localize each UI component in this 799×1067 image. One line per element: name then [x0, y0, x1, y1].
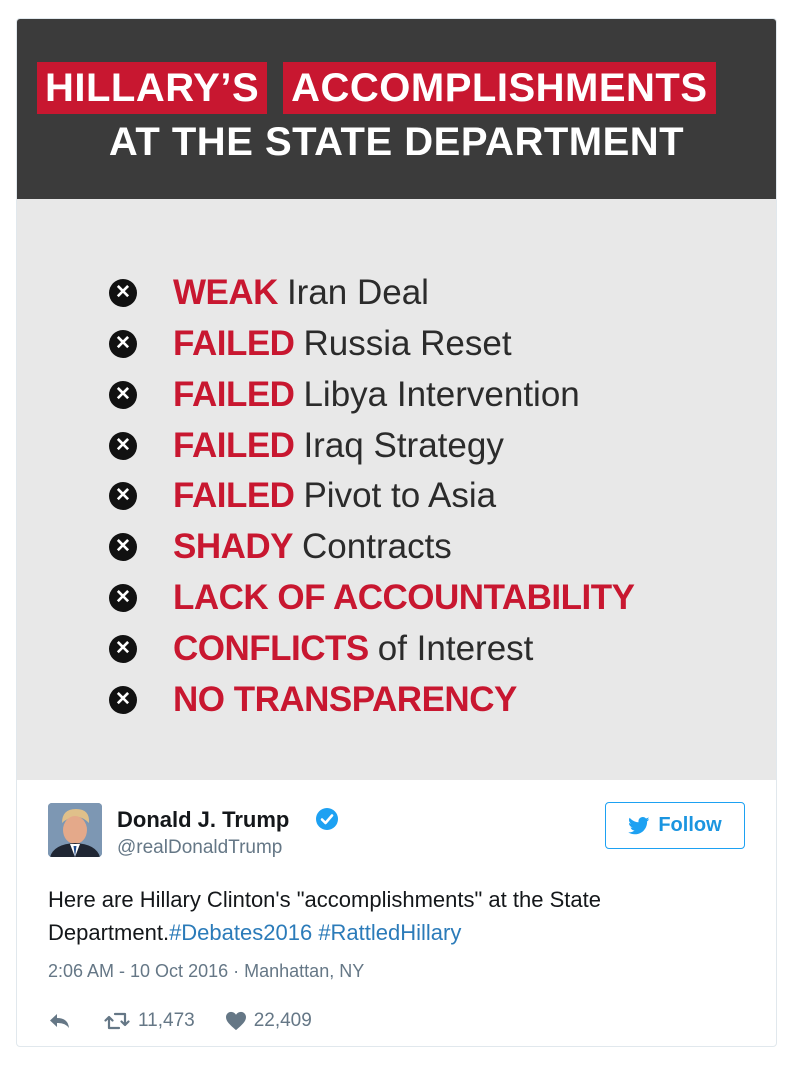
follow-button[interactable]: Follow [605, 802, 745, 849]
user-handle[interactable]: @realDonaldTrump [117, 837, 282, 859]
tweet-text: Here are Hillary Clinton's "accomplishme… [48, 883, 738, 949]
avatar-image [48, 803, 102, 857]
twitter-bird-icon [628, 816, 650, 834]
like-count: 22,409 [253, 1010, 312, 1031]
item-keyword: LACK OF ACCOUNTABILITY [173, 578, 635, 617]
item-text: Pivot to Asia [303, 476, 497, 515]
heart-icon [225, 1011, 246, 1031]
list-item: ✕ FAILED Russia Reset [109, 324, 512, 364]
x-circle-icon: ✕ [109, 533, 137, 561]
reply-action[interactable] [48, 1012, 72, 1030]
list-item: ✕ WEAK Iran Deal [109, 273, 429, 313]
accomplishments-list: ✕ WEAK Iran Deal ✕ FAILED Russia Reset ✕… [17, 199, 776, 780]
list-item: ✕ FAILED Libya Intervention [109, 375, 580, 415]
avatar[interactable] [48, 803, 102, 857]
tweet-card: HILLARY’S ACCOMPLISHMENTS AT THE STATE D… [16, 18, 777, 1047]
item-text: of Interest [377, 629, 534, 668]
verified-badge-icon [316, 808, 338, 830]
follow-label: Follow [658, 814, 722, 836]
tweet-image[interactable]: HILLARY’S ACCOMPLISHMENTS AT THE STATE D… [17, 19, 776, 780]
hashtag-debates2016[interactable]: #Debates2016 [169, 920, 312, 945]
tweet-actions: 11,473 22,409 [48, 1006, 312, 1036]
x-circle-icon: ✕ [109, 584, 137, 612]
item-keyword: WEAK [173, 273, 278, 312]
tweet-meta: 2:06 AM - 10 Oct 2016 · Manhattan, NY [48, 961, 364, 982]
tweet-body: Donald J. Trump @realDonaldTrump Follow … [17, 780, 776, 1046]
tweet-timestamp[interactable]: 2:06 AM - 10 Oct 2016 [48, 961, 228, 981]
item-keyword: NO TRANSPARENCY [173, 680, 517, 719]
list-item: ✕ LACK OF ACCOUNTABILITY [109, 578, 635, 618]
item-text: Russia Reset [303, 324, 512, 363]
item-text: Libya Intervention [303, 375, 580, 414]
graphic-banner: HILLARY’S ACCOMPLISHMENTS AT THE STATE D… [17, 19, 776, 199]
item-text: Iraq Strategy [303, 426, 504, 465]
item-keyword: FAILED [173, 476, 295, 515]
item-keyword: CONFLICTS [173, 629, 369, 668]
x-circle-icon: ✕ [109, 432, 137, 460]
list-item: ✕ SHADY Contracts [109, 527, 452, 567]
x-circle-icon: ✕ [109, 686, 137, 714]
item-text: Iran Deal [286, 273, 429, 312]
item-keyword: FAILED [173, 375, 295, 414]
list-item: ✕ FAILED Iraq Strategy [109, 426, 504, 466]
list-item: ✕ NO TRANSPARENCY [109, 680, 517, 720]
meta-separator: · [233, 961, 240, 981]
item-keyword: FAILED [173, 324, 295, 363]
x-circle-icon: ✕ [109, 330, 137, 358]
retweet-icon [104, 1012, 130, 1030]
item-text: Contracts [302, 527, 452, 566]
hashtag-rattledhillary[interactable]: #RattledHillary [318, 920, 461, 945]
x-circle-icon: ✕ [109, 381, 137, 409]
user-display-name[interactable]: Donald J. Trump [117, 807, 289, 833]
list-item: ✕ FAILED Pivot to Asia [109, 476, 496, 516]
x-circle-icon: ✕ [109, 279, 137, 307]
x-circle-icon: ✕ [109, 482, 137, 510]
banner-word-hillarys: HILLARY’S [37, 62, 268, 114]
item-keyword: FAILED [173, 426, 295, 465]
tweet-location[interactable]: Manhattan, NY [244, 961, 364, 981]
retweet-count: 11,473 [138, 1010, 195, 1031]
retweet-action[interactable]: 11,473 [104, 1010, 195, 1032]
reply-icon [50, 1014, 69, 1028]
list-item: ✕ CONFLICTS of Interest [109, 629, 533, 669]
banner-word-accomplishments: ACCOMPLISHMENTS [283, 62, 716, 114]
x-circle-icon: ✕ [109, 635, 137, 663]
banner-subtitle: AT THE STATE DEPARTMENT [108, 120, 685, 164]
like-action[interactable]: 22,409 [225, 1010, 312, 1032]
banner-title-line1: HILLARY’S ACCOMPLISHMENTS [37, 62, 716, 114]
item-keyword: SHADY [173, 527, 294, 566]
